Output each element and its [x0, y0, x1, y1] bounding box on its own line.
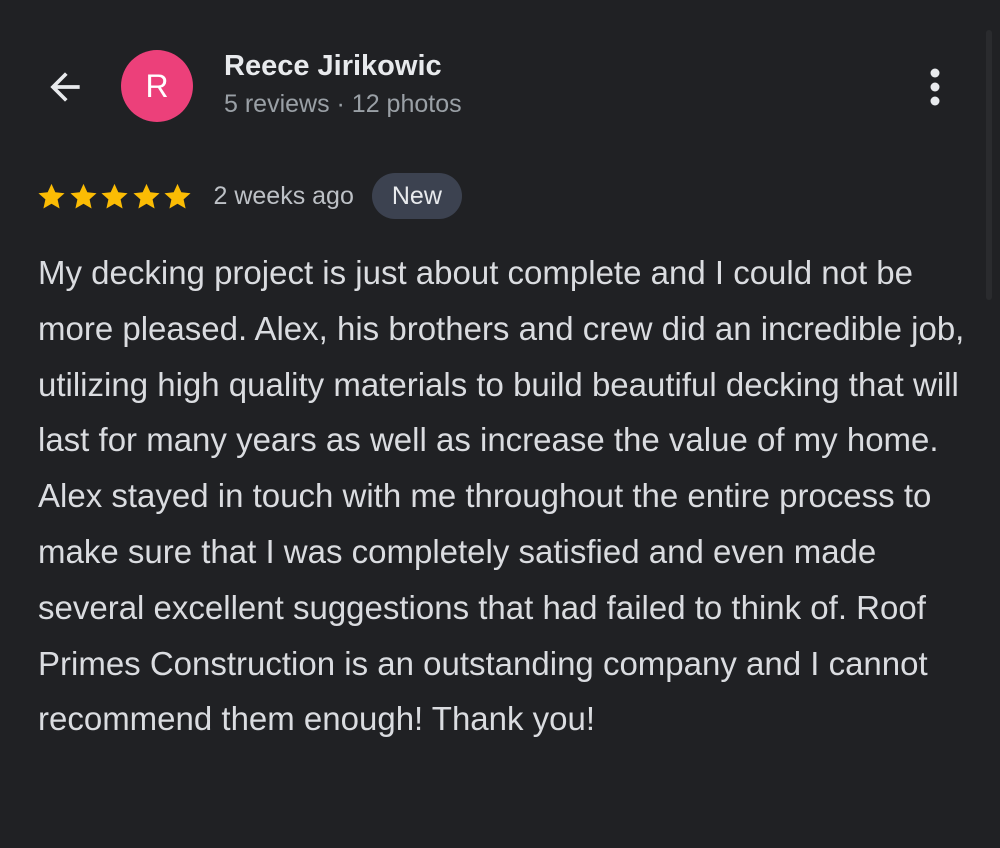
- star-icon: [69, 183, 97, 209]
- more-options-button[interactable]: [908, 62, 962, 112]
- back-button[interactable]: [38, 60, 92, 114]
- star-icon: [101, 183, 128, 209]
- scrollbar[interactable]: [986, 30, 992, 300]
- reviewer-meta: 5 reviews · 12 photos: [224, 90, 462, 118]
- review-text: My decking project is just about complet…: [38, 254, 965, 738]
- star-icon: [132, 183, 160, 209]
- star-icon: [164, 183, 191, 209]
- arrow-back-icon: [50, 72, 80, 102]
- new-badge: New: [371, 173, 462, 219]
- avatar[interactable]: R: [121, 50, 193, 122]
- more-vert-icon: [930, 68, 940, 106]
- reviewer-name[interactable]: Reece Jirikowic: [224, 50, 442, 83]
- review-date: 2 weeks ago: [213, 181, 354, 210]
- star-rating: [36, 181, 194, 212]
- rating-row: 2 weeks ago New: [36, 172, 462, 220]
- star-icon: [38, 183, 65, 209]
